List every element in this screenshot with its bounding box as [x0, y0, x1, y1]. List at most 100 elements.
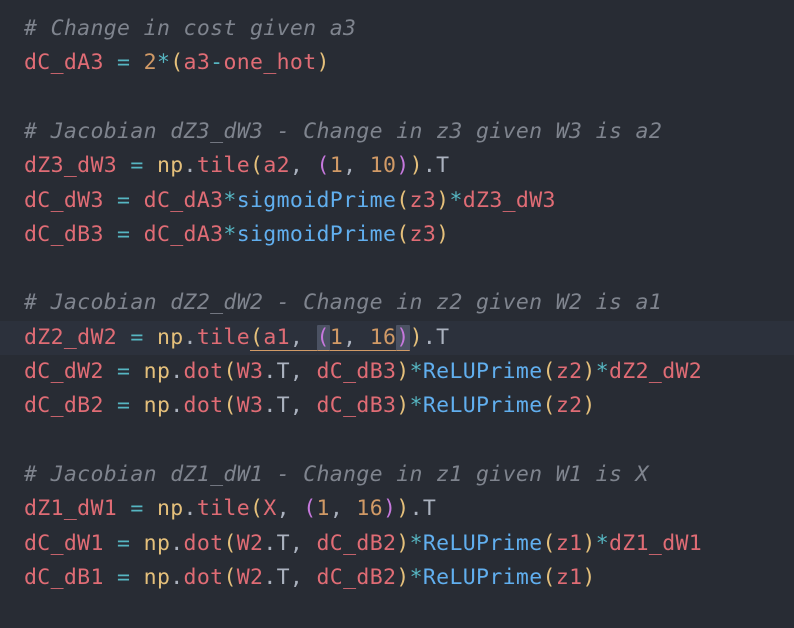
line-content: dC_dA3 = 2*(a3-one_hot) — [24, 46, 330, 80]
code-token: * — [409, 564, 423, 590]
line-content: # Jacobian dZ2_dW2 - Change in z2 given … — [24, 286, 662, 320]
code-token: ) — [396, 359, 410, 384]
code-token: dC_dB3 — [316, 393, 397, 419]
line-content: # Change in cost given a3 — [24, 12, 356, 46]
code-token: sigmoidPrime — [236, 187, 397, 213]
code-token: * — [449, 187, 463, 213]
code-token: dot — [183, 530, 224, 556]
code-token: . — [183, 496, 197, 522]
line-content: # Jacobian dZ3_dW3 - Change in z3 given … — [24, 115, 662, 149]
code-token: ) — [396, 153, 410, 179]
code-token: 1 — [329, 153, 344, 179]
code-token: z3 — [409, 187, 437, 213]
code-editor[interactable]: # Change in cost given a3 dC_dA3 = 2*(a3-… — [0, 0, 794, 628]
code-token: = — [117, 153, 157, 179]
code-token: ReLUPrime — [422, 393, 543, 419]
code-token: ) — [409, 153, 423, 179]
code-token: - — [210, 50, 224, 76]
code-line[interactable]: dC_dB3 = dC_dA3*sigmoidPrime(z3) — [0, 218, 794, 252]
comment-line[interactable]: # Change in cost given a3 — [0, 12, 794, 46]
code-token: dC_dA3 — [24, 50, 104, 76]
code-token: dZ3_dW3 — [24, 153, 118, 179]
code-token: . — [170, 393, 184, 419]
code-token: ) — [396, 324, 410, 351]
code-line[interactable]: dC_dB2 = np.dot(W3.T, dC_dB3)*ReLUPrime(… — [0, 389, 794, 423]
blank-line[interactable] — [0, 81, 794, 115]
code-token: ) — [582, 359, 596, 384]
code-token: dZ1_dW1 — [24, 496, 118, 522]
code-token: ) — [409, 324, 423, 350]
line-content: dC_dB1 = np.dot(W2.T, dC_dB2)*ReLUPrime(… — [24, 561, 596, 595]
code-token: z1 — [555, 564, 583, 590]
code-token: W2 — [236, 530, 264, 556]
code-token: one_hot — [223, 50, 317, 76]
code-token: ( — [250, 153, 264, 179]
line-content: dC_dW1 = np.dot(W2.T, dC_dB2)*ReLUPrime(… — [24, 527, 702, 561]
code-token: ( — [316, 153, 330, 179]
code-token: ( — [303, 496, 317, 522]
code-token: .T — [422, 153, 450, 179]
code-token: ReLUPrime — [422, 530, 543, 556]
code-token: * — [409, 393, 423, 419]
comment-text: # Change in cost given a3 — [24, 16, 357, 41]
code-line[interactable]: dC_dW1 = np.dot(W2.T, dC_dB2)*ReLUPrime(… — [0, 527, 794, 561]
code-token: dC_dB2 — [24, 393, 104, 419]
line-content: dC_dB2 = np.dot(W3.T, dC_dB3)*ReLUPrime(… — [24, 389, 596, 423]
code-line[interactable]: dC_dB1 = np.dot(W2.T, dC_dB2)*ReLUPrime(… — [0, 561, 794, 595]
blank-line[interactable] — [0, 252, 794, 286]
code-token: X — [263, 496, 277, 522]
code-token: dot — [183, 359, 224, 384]
code-token: = — [103, 221, 144, 247]
code-token: ) — [383, 496, 397, 522]
code-token: ( — [316, 324, 330, 351]
line-content: dZ2_dW2 = np.tile(a1, (1, 16)).T — [24, 321, 449, 355]
code-line[interactable]: dZ1_dW1 = np.tile(X, (1, 16)).T — [0, 492, 794, 526]
code-token: .T — [409, 496, 437, 522]
code-token: ( — [542, 530, 556, 556]
code-token: z2 — [555, 359, 583, 384]
code-line[interactable]: dC_dW3 = dC_dA3*sigmoidPrime(z3)*dZ3_dW3 — [0, 184, 794, 218]
code-token: = — [103, 187, 144, 213]
comment-line[interactable]: # Jacobian dZ2_dW2 - Change in z2 given … — [0, 286, 794, 320]
code-line[interactable]: dC_dW2 = np.dot(W3.T, dC_dB3)*ReLUPrime(… — [0, 355, 794, 389]
code-line[interactable]: dC_dA3 = 2*(a3-one_hot) — [0, 46, 794, 80]
code-token: z1 — [555, 530, 583, 556]
code-token: np — [156, 496, 184, 522]
code-token: 16 — [356, 496, 383, 522]
code-token: tile — [196, 496, 251, 522]
code-token: ( — [223, 393, 237, 419]
code-token: = — [103, 359, 144, 384]
code-token: ) — [396, 564, 410, 590]
code-token: W2 — [236, 564, 264, 590]
code-token: dC_dB1 — [24, 564, 104, 590]
code-line[interactable]: dZ3_dW3 = np.tile(a2, (1, 10)).T — [0, 149, 794, 183]
code-token: dZ1_dW1 — [609, 530, 703, 556]
code-token: 1 — [329, 324, 344, 351]
code-token: np — [143, 564, 171, 590]
line-content: dC_dW3 = dC_dA3*sigmoidPrime(z3)*dZ3_dW3 — [24, 184, 556, 218]
code-token: a3 — [183, 50, 211, 76]
blank-line[interactable] — [0, 424, 794, 458]
code-token: ) — [436, 187, 450, 213]
code-token: ( — [542, 359, 556, 384]
code-token: .T, — [263, 393, 317, 419]
comment-line[interactable]: # Jacobian dZ1_dW1 - Change in z1 given … — [0, 458, 794, 492]
code-token: a2 — [263, 153, 290, 179]
code-token: = — [103, 530, 144, 556]
comment-line[interactable]: # Jacobian dZ3_dW3 - Change in z3 given … — [0, 115, 794, 149]
code-token: ( — [223, 359, 237, 384]
code-token: , — [289, 324, 317, 351]
code-token: ( — [396, 187, 410, 213]
code-line[interactable]: dZ2_dW2 = np.tile(a1, (1, 16)).T — [0, 320, 794, 355]
code-token: dC_dW1 — [24, 530, 104, 556]
code-token: ) — [582, 564, 596, 590]
code-token: ( — [396, 221, 410, 247]
code-token: dC_dB2 — [316, 530, 397, 556]
code-token: , — [329, 496, 357, 522]
code-token: ReLUPrime — [422, 564, 543, 590]
code-token: 16 — [369, 324, 397, 351]
code-token: dC_dW3 — [24, 187, 104, 213]
comment-text: # Jacobian dZ3_dW3 - Change in z3 given … — [24, 118, 663, 144]
code-token: * — [595, 359, 610, 384]
code-token: = — [103, 564, 144, 590]
